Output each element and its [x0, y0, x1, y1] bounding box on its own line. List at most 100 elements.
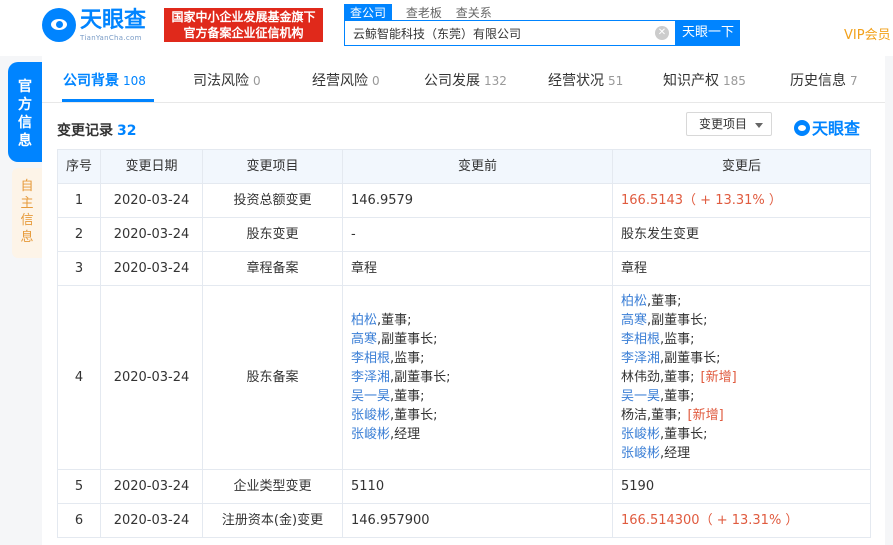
- clear-icon[interactable]: ✕: [655, 26, 669, 40]
- shareholder-name-link[interactable]: 柏松: [621, 294, 647, 309]
- tianyancha-logo[interactable]: 天眼查 TianYanCha.com: [42, 8, 160, 44]
- shareholder-role: ,经理: [390, 427, 421, 442]
- change-item: 股东变更: [202, 217, 343, 252]
- change-item: 注册资本(金)变更: [202, 503, 343, 538]
- shareholder-entry: 李泽湘,副董事长;: [351, 368, 604, 387]
- table-row: 4 2020-03-24 股东备案 柏松,董事; 高寒,副董事长; 李相根,监事; 李…: [57, 285, 871, 470]
- shareholder-name-link[interactable]: 柏松: [351, 313, 377, 328]
- shareholder-role: ,监事;: [660, 332, 695, 347]
- shareholder-entry: 李相根,监事;: [351, 349, 604, 368]
- shareholder-name-link[interactable]: 张峻彬: [351, 408, 390, 423]
- search-input[interactable]: [345, 21, 661, 45]
- shareholder-entry: 高寒,副董事长;: [351, 330, 604, 349]
- table-header-row: 序号 变更日期 变更项目 变更前 变更后: [57, 149, 871, 184]
- shareholder-name-link[interactable]: 张峻彬: [351, 427, 390, 442]
- shareholder-entry: 林伟劲,董事; [新增]: [621, 368, 862, 387]
- shareholder-name-link[interactable]: 吴一昊: [621, 389, 660, 404]
- shareholder-name-link[interactable]: 张峻彬: [621, 427, 660, 442]
- shareholder-role: ,监事;: [390, 351, 425, 366]
- tab-operating-risk[interactable]: 经营风险 0: [312, 70, 380, 90]
- value-before-list: 柏松,董事; 高寒,副董事长; 李相根,监事; 李泽湘,副董事长; 吴一昊,董事; 张峻彬…: [342, 285, 613, 470]
- tab-search-relation[interactable]: 查关系: [456, 4, 492, 21]
- row-number: 6: [57, 503, 101, 538]
- section-title: 变更记录 32: [57, 120, 136, 140]
- side-tab-char: 息: [18, 133, 32, 149]
- shareholder-entry: 张峻彬,董事长;: [351, 406, 604, 425]
- gov-badge-line2: 官方备案企业征信机构: [183, 26, 304, 40]
- change-records-table: 序号 变更日期 变更项目 变更前 变更后 1 2020-03-24 投资总额变更…: [57, 149, 871, 538]
- change-date: 2020-03-24: [100, 251, 203, 286]
- change-date: 2020-03-24: [100, 285, 203, 470]
- shareholder-entry: 柏松,董事;: [621, 292, 862, 311]
- change-date: 2020-03-24: [100, 183, 203, 218]
- shareholder-role: ,经理: [660, 446, 691, 461]
- gov-badge-line1: 国家中小企业发展基金旗下: [171, 10, 316, 24]
- shareholder-role: ,董事;: [377, 313, 412, 328]
- shareholder-role: ,董事;: [660, 370, 695, 385]
- vip-link[interactable]: VIP会员: [844, 24, 891, 43]
- main-panel: 公司背景 108 司法风险 0 经营风险 0 公司发展 132 经营状况 51 知识产权 1…: [42, 56, 885, 545]
- tab-history-info[interactable]: 历史信息 7: [790, 70, 858, 90]
- side-tab-self-info[interactable]: 自 主 信 息: [12, 168, 42, 258]
- change-item-dropdown[interactable]: 变更项目: [686, 112, 772, 136]
- side-tab-char: 主: [20, 196, 34, 211]
- column-header: 变更项目: [202, 149, 343, 184]
- shareholder-name-link: 杨洁: [621, 408, 648, 423]
- side-tab-char: 官: [18, 79, 32, 95]
- shareholder-name-link[interactable]: 李相根: [351, 351, 390, 366]
- shareholder-name-link[interactable]: 高寒: [351, 332, 377, 347]
- shareholder-role: ,董事;: [390, 389, 425, 404]
- logo-eye-icon: [794, 120, 810, 136]
- shareholder-role: ,副董事长;: [647, 313, 708, 328]
- search-button[interactable]: 天眼一下: [676, 20, 740, 46]
- value-before: 146.9579: [342, 183, 613, 218]
- tab-business-status[interactable]: 经营状况 51: [548, 70, 623, 90]
- change-date: 2020-03-24: [100, 503, 203, 538]
- shareholder-entry: 李相根,监事;: [621, 330, 862, 349]
- gov-badge: 国家中小企业发展基金旗下 官方备案企业征信机构: [164, 8, 323, 42]
- value-after: 股东发生变更: [612, 217, 871, 252]
- shareholder-name-link[interactable]: 张峻彬: [621, 446, 660, 461]
- tab-search-boss[interactable]: 查老板: [406, 4, 442, 21]
- column-header: 变更后: [612, 149, 871, 184]
- table-row: 6 2020-03-24 注册资本(金)变更 146.957900 166.51…: [57, 503, 871, 538]
- shareholder-entry: 柏松,董事;: [351, 311, 604, 330]
- change-item: 章程备案: [202, 251, 343, 286]
- tab-intellectual-property[interactable]: 知识产权 185: [663, 70, 746, 90]
- value-after: 章程: [612, 251, 871, 286]
- table-row: 2 2020-03-24 股东变更 - 股东发生变更: [57, 217, 871, 252]
- change-date: 2020-03-24: [100, 217, 203, 252]
- watermark-logo: 天眼查: [794, 115, 860, 138]
- shareholder-name-link: 林伟劲: [621, 370, 661, 385]
- column-header: 变更日期: [100, 149, 203, 184]
- change-item: 股东备案: [202, 285, 343, 470]
- column-header: 序号: [57, 149, 101, 184]
- change-item: 投资总额变更: [202, 183, 343, 218]
- value-after: 5190: [612, 469, 871, 504]
- shareholder-name-link[interactable]: 吴一昊: [351, 389, 390, 404]
- shareholder-role: ,董事长;: [660, 427, 708, 442]
- tab-company-background[interactable]: 公司背景 108: [63, 70, 146, 90]
- shareholder-name-link[interactable]: 李泽湘: [621, 351, 660, 366]
- value-after: 166.514300（ + 13.31% ）: [612, 503, 871, 538]
- shareholder-name-link[interactable]: 李泽湘: [351, 370, 390, 385]
- new-badge: [新增]: [700, 370, 737, 385]
- shareholder-name-link[interactable]: 高寒: [621, 313, 647, 328]
- section-count: 32: [117, 123, 137, 139]
- side-tab-char: 息: [20, 230, 34, 245]
- shareholder-role: ,副董事长;: [390, 370, 451, 385]
- tab-company-development[interactable]: 公司发展 132: [424, 70, 507, 90]
- logo-subtext: TianYanCha.com: [80, 34, 142, 42]
- side-tab-official-info[interactable]: 官 方 信 息: [8, 62, 42, 162]
- side-tab-char: 信: [20, 213, 34, 228]
- table-row: 5 2020-03-24 企业类型变更 5110 5190: [57, 469, 871, 504]
- tab-judicial-risk[interactable]: 司法风险 0: [193, 70, 261, 90]
- tab-search-company[interactable]: 查公司: [344, 4, 393, 21]
- logo-eye-icon: [42, 8, 76, 42]
- side-tab-char: 方: [18, 97, 32, 113]
- shareholder-entry: 吴一昊,董事;: [621, 387, 862, 406]
- shareholder-role: ,副董事长;: [377, 332, 438, 347]
- shareholder-name-link[interactable]: 李相根: [621, 332, 660, 347]
- shareholder-entry: 杨洁,董事; [新增]: [621, 406, 862, 425]
- shareholder-entry: 张峻彬,董事长;: [621, 425, 862, 444]
